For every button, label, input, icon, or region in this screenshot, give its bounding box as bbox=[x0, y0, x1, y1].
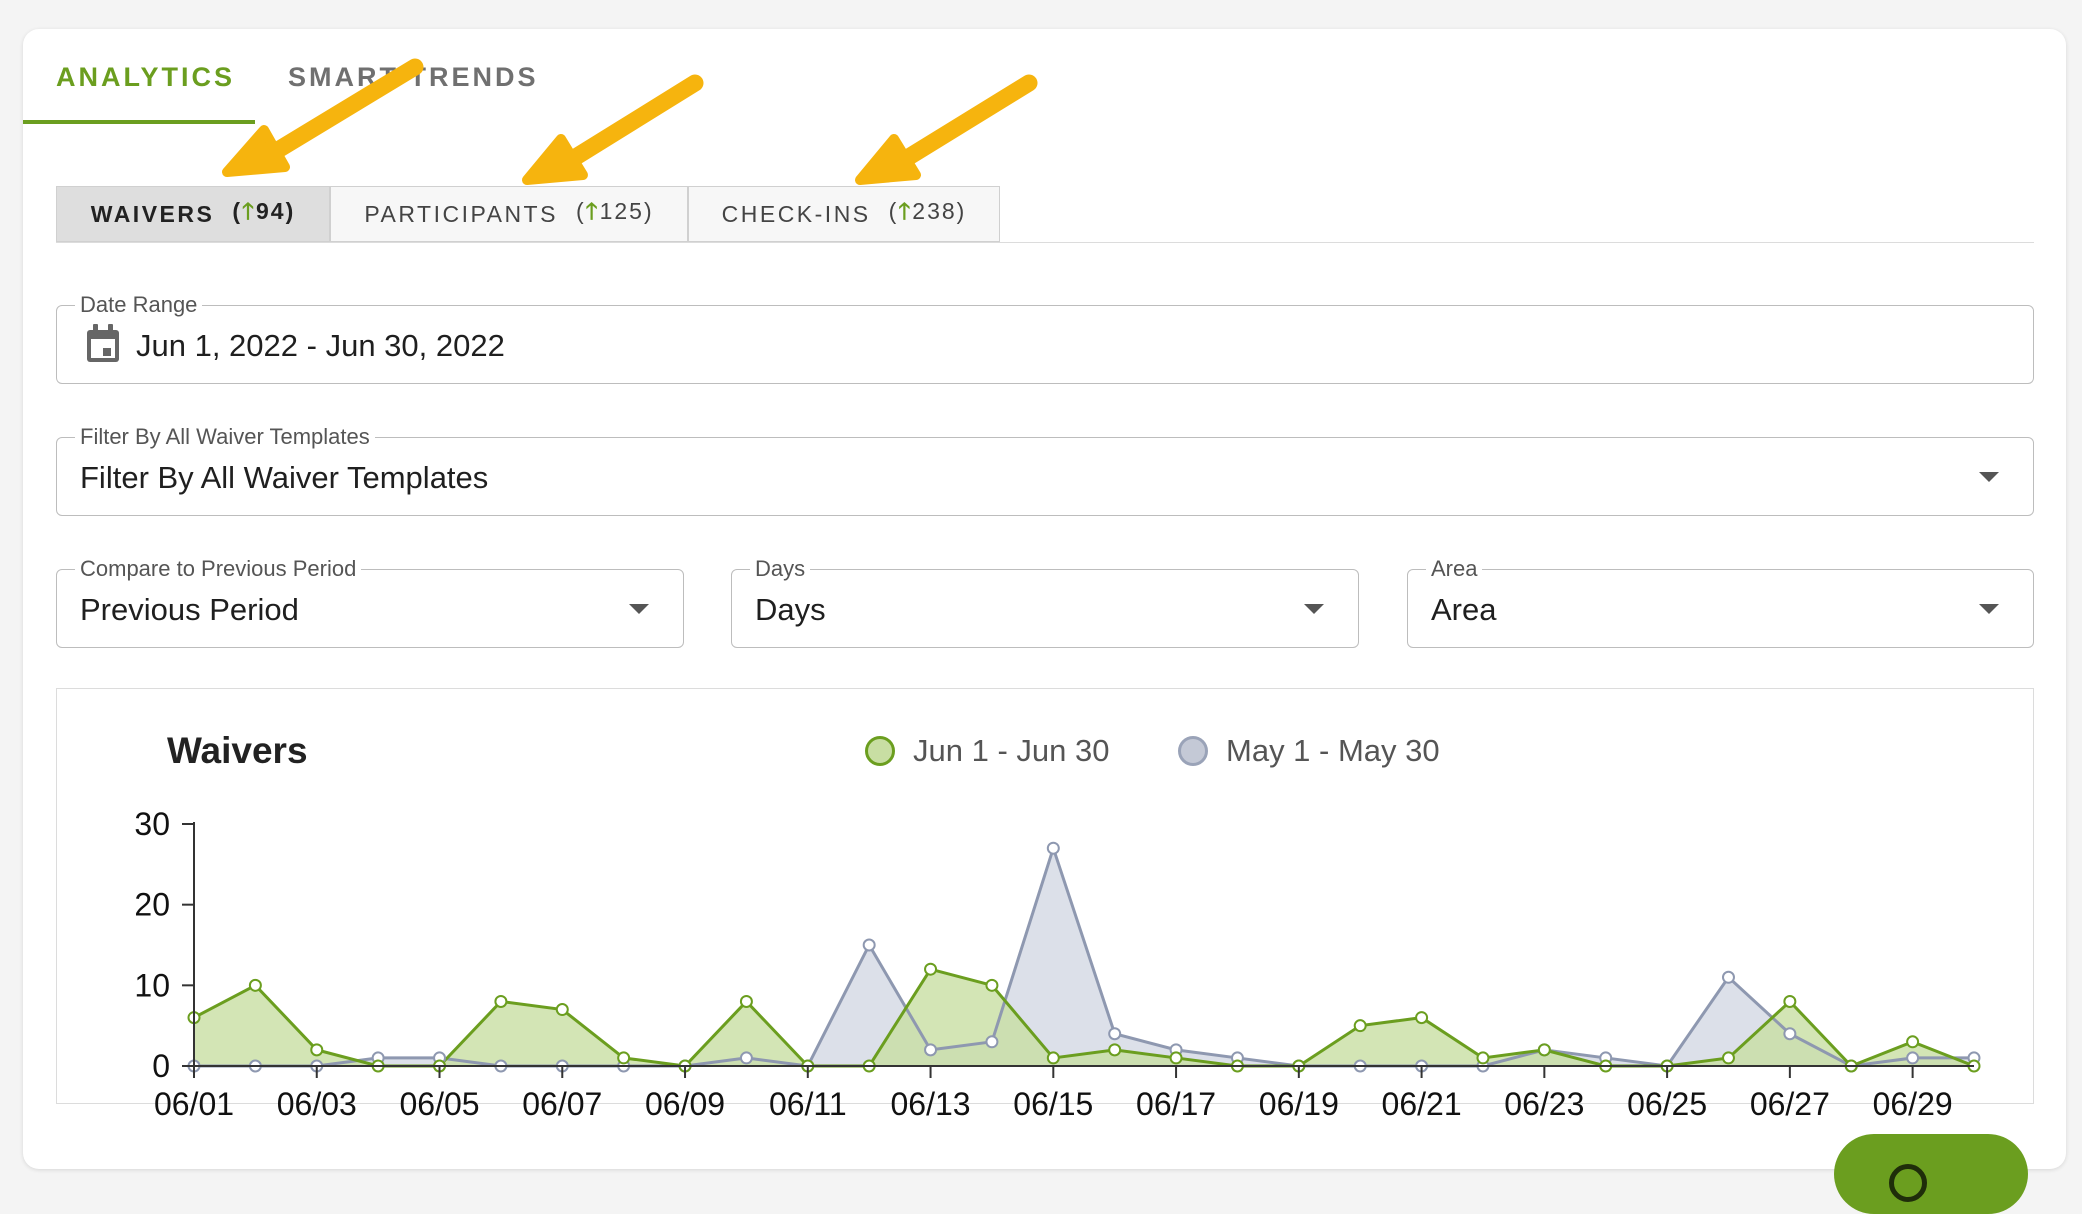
data-point-previous bbox=[862, 938, 876, 952]
data-point-current bbox=[924, 962, 938, 976]
waivers-area-chart: 0 10 20 30 06/01 06/03 06/05 06/07 06/09 06/11 06/… bbox=[134, 806, 1981, 1122]
x-tick-label: 06/11 bbox=[769, 1086, 847, 1122]
y-tick-label: 30 bbox=[134, 806, 170, 842]
data-point-previous bbox=[1906, 1051, 1920, 1065]
data-point-previous bbox=[924, 1043, 938, 1057]
x-tick-label: 06/21 bbox=[1382, 1086, 1462, 1122]
data-point-current bbox=[1537, 1043, 1551, 1057]
data-point-current bbox=[1476, 1051, 1490, 1065]
x-tick-label: 06/03 bbox=[277, 1086, 357, 1122]
help-icon bbox=[1889, 1164, 1927, 1202]
data-point-previous bbox=[1721, 970, 1735, 984]
data-point-current bbox=[1108, 1043, 1122, 1057]
x-tick-label: 06/13 bbox=[891, 1086, 971, 1122]
x-tick-label: 06/15 bbox=[1013, 1086, 1093, 1122]
area-fill-previous bbox=[194, 848, 1974, 1066]
x-tick-label: 06/09 bbox=[645, 1086, 725, 1122]
x-tick-label: 06/17 bbox=[1136, 1086, 1216, 1122]
y-tick-label: 0 bbox=[152, 1048, 170, 1084]
data-point-current bbox=[1783, 994, 1797, 1008]
data-point-current bbox=[1046, 1051, 1060, 1065]
x-tick-label: 06/07 bbox=[522, 1086, 602, 1122]
data-point-previous bbox=[985, 1035, 999, 1049]
y-tick-label: 20 bbox=[134, 887, 170, 923]
data-point-current bbox=[617, 1051, 631, 1065]
data-point-current bbox=[248, 978, 262, 992]
data-point-current bbox=[739, 994, 753, 1008]
x-tick-label: 06/27 bbox=[1750, 1086, 1830, 1122]
data-point-current bbox=[555, 1003, 569, 1017]
x-tick-label: 06/01 bbox=[154, 1086, 234, 1122]
x-tick-label: 06/23 bbox=[1504, 1086, 1584, 1122]
y-tick-label: 10 bbox=[134, 967, 170, 1003]
data-point-current bbox=[1415, 1011, 1429, 1025]
data-point-previous bbox=[1108, 1027, 1122, 1041]
x-tick-label: 06/25 bbox=[1627, 1086, 1707, 1122]
data-point-previous bbox=[1783, 1027, 1797, 1041]
data-point-current bbox=[1353, 1019, 1367, 1033]
help-button[interactable] bbox=[1834, 1134, 2028, 1214]
data-point-current bbox=[1721, 1051, 1735, 1065]
data-point-current bbox=[494, 994, 508, 1008]
data-point-previous bbox=[1046, 841, 1060, 855]
data-point-previous bbox=[739, 1051, 753, 1065]
x-tick-label: 06/19 bbox=[1259, 1086, 1339, 1122]
data-point-current bbox=[985, 978, 999, 992]
data-point-current bbox=[1906, 1035, 1920, 1049]
x-tick-label: 06/05 bbox=[399, 1086, 479, 1122]
data-point-current bbox=[1169, 1051, 1183, 1065]
data-point-current bbox=[310, 1043, 324, 1057]
x-tick-label: 06/29 bbox=[1873, 1086, 1953, 1122]
